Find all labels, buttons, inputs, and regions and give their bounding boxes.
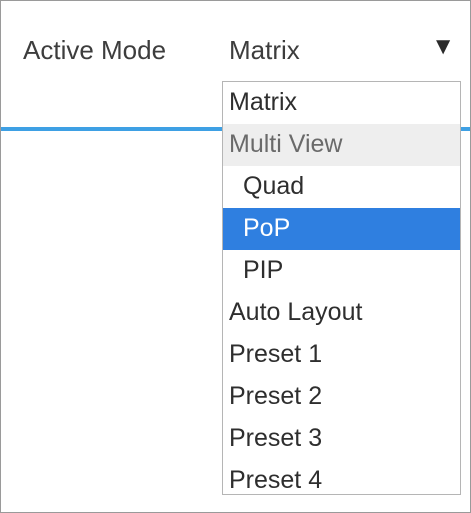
option-pop[interactable]: PoP bbox=[223, 208, 460, 250]
option-preset-3[interactable]: Preset 3 bbox=[223, 418, 460, 460]
option-auto-layout[interactable]: Auto Layout bbox=[223, 292, 460, 334]
option-quad[interactable]: Quad bbox=[223, 166, 460, 208]
select-current-value: Matrix bbox=[229, 35, 300, 65]
dropdown-arrow-icon[interactable]: ▼ bbox=[431, 33, 455, 61]
option-preset-4[interactable]: Preset 4 bbox=[223, 460, 460, 502]
option-matrix[interactable]: Matrix bbox=[223, 82, 460, 124]
active-mode-label: Active Mode bbox=[23, 35, 167, 65]
option-pip[interactable]: PIP bbox=[223, 250, 460, 292]
active-mode-select[interactable]: Matrix ▼ bbox=[219, 31, 463, 75]
optgroup-multi-view: Multi View bbox=[223, 124, 460, 166]
settings-panel: Active Mode Matrix ▼ Matrix Multi View Q… bbox=[0, 0, 471, 513]
option-preset-2[interactable]: Preset 2 bbox=[223, 376, 460, 418]
option-preset-1[interactable]: Preset 1 bbox=[223, 334, 460, 376]
active-mode-dropdown-list: Matrix Multi View Quad PoP PIP Auto Layo… bbox=[222, 81, 461, 495]
